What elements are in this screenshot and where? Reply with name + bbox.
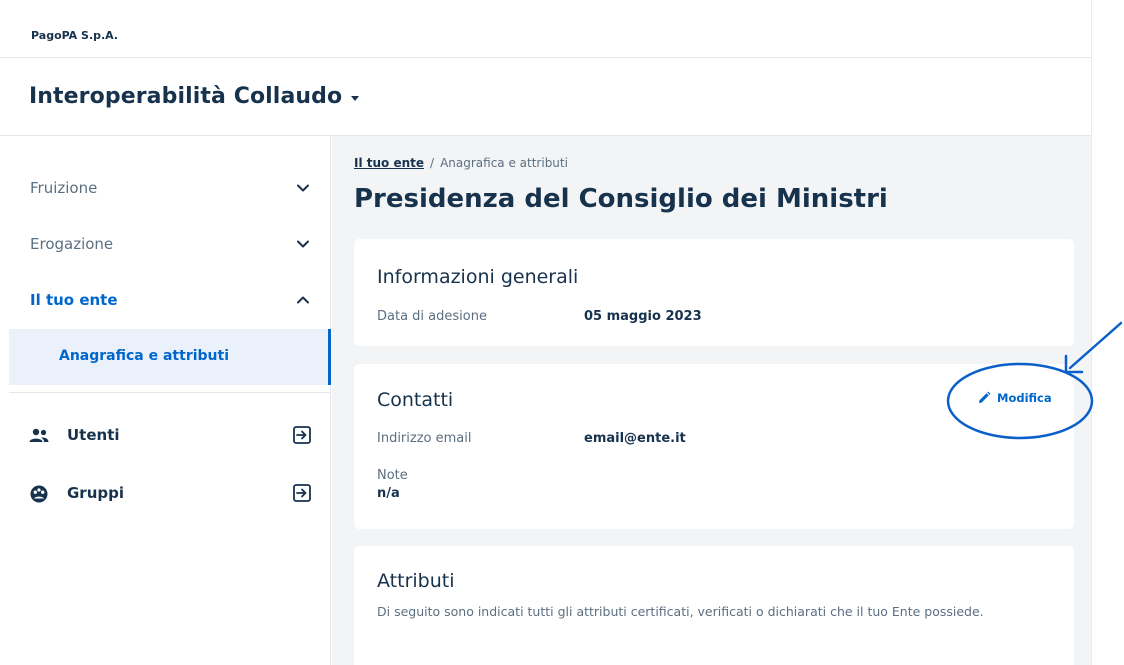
chevron-down-icon	[297, 240, 309, 248]
sidebar-link-label: Gruppi	[67, 484, 125, 502]
note-label: Note	[377, 468, 408, 483]
edit-contacts-button[interactable]: Modifica	[977, 391, 1052, 405]
contacts-card: Contatti Modifica Indirizzo email email@…	[354, 364, 1074, 529]
product-switcher[interactable]: Interoperabilità Collaudo	[29, 84, 360, 109]
open-section-icon	[293, 426, 311, 444]
breadcrumb-link-il-tuo-ente[interactable]: Il tuo ente	[354, 156, 424, 170]
email-value: email@ente.it	[584, 431, 686, 446]
pencil-icon	[979, 391, 991, 403]
sidebar-link-label: Utenti	[67, 426, 120, 444]
sidebar-item-label: Fruizione	[30, 179, 98, 197]
note-value: n/a	[377, 486, 400, 501]
sidebar-item-erogazione[interactable]: Erogazione	[0, 219, 330, 269]
sidebar-subitem-anagrafica[interactable]: Anagrafica e attributi	[9, 329, 331, 385]
sidebar: Fruizione Erogazione Il tuo ente Anagraf…	[0, 136, 331, 665]
sidebar-item-label: Il tuo ente	[30, 291, 118, 309]
page-title: Presidenza del Consiglio dei Ministri	[354, 184, 888, 214]
sidebar-item-fruizione[interactable]: Fruizione	[0, 163, 330, 213]
join-date-value: 05 maggio 2023	[584, 309, 702, 324]
edit-contacts-label: Modifica	[997, 391, 1052, 405]
chevron-down-icon	[297, 184, 309, 192]
sidebar-item-label: Erogazione	[30, 235, 114, 253]
breadcrumb: Il tuo ente / Anagrafica e attributi	[354, 156, 568, 170]
main-content: Il tuo ente / Anagrafica e attributi Pre…	[332, 136, 1091, 665]
product-header: Interoperabilità Collaudo	[0, 58, 1091, 136]
email-label: Indirizzo email	[377, 431, 472, 446]
attributes-title: Attributi	[377, 570, 455, 592]
sidebar-item-il-tuo-ente[interactable]: Il tuo ente	[0, 275, 330, 325]
attributes-card: Attributi Di seguito sono indicati tutti…	[354, 546, 1074, 665]
open-section-icon	[293, 484, 311, 502]
chevron-up-icon	[297, 296, 309, 304]
sidebar-link-gruppi[interactable]: Gruppi	[0, 474, 330, 514]
join-date-label: Data di adesione	[377, 309, 487, 324]
sidebar-link-utenti[interactable]: Utenti	[0, 416, 330, 456]
general-info-card: Informazioni generali Data di adesione 0…	[354, 239, 1074, 346]
groups-icon	[30, 485, 48, 503]
general-info-title: Informazioni generali	[377, 266, 579, 288]
company-name: PagoPA S.p.A.	[31, 29, 119, 42]
product-title: Interoperabilità Collaudo	[29, 84, 343, 109]
breadcrumb-separator: /	[430, 156, 435, 170]
contacts-title: Contatti	[377, 389, 454, 411]
app-window: PagoPA S.p.A. Interoperabilità Collaudo …	[0, 0, 1092, 665]
people-icon	[29, 428, 49, 442]
sidebar-divider	[9, 392, 331, 393]
company-bar: PagoPA S.p.A.	[0, 0, 1091, 58]
attributes-description: Di seguito sono indicati tutti gli attri…	[377, 604, 984, 619]
breadcrumb-current: Anagrafica e attributi	[440, 156, 568, 170]
caret-down-icon	[351, 95, 360, 101]
sidebar-subitem-label: Anagrafica e attributi	[59, 348, 230, 364]
